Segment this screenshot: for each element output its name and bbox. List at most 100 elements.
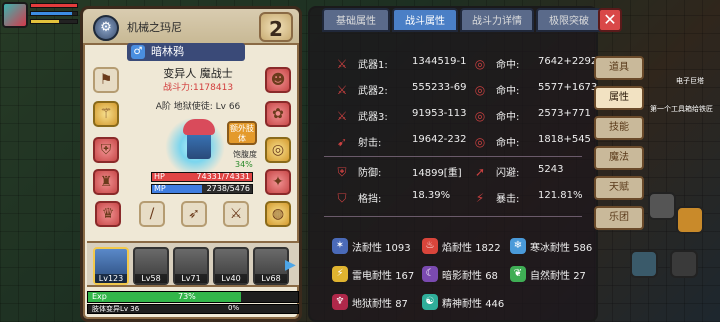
staff-icon: ⚚ [99,106,113,122]
equip-slot-accessory[interactable]: ☻ [265,67,291,93]
menu-band[interactable]: 乐团 [594,206,644,230]
equip-slot-legs[interactable]: ♜ [93,169,119,195]
combat-stat-row: ⚔ 武器3: 91953-113 ◎ 命中: 2573+771 [310,108,600,128]
character-level: A阶 地狱使徒: Lv 66 [155,102,241,112]
sword-icon: ⚔ [336,83,348,97]
menu-attributes[interactable]: 属性 [594,86,644,110]
stat-value: 91953-113 [412,108,467,119]
limb-mutation-label: 肢体变异Lv 36 [92,305,140,313]
equip-slot-armor[interactable]: ⛨ [93,137,119,163]
block-label: 格挡: [358,194,382,205]
hit-value: 7642+2292 [538,56,598,67]
menu-magic[interactable]: 魔法 [594,146,644,170]
character-power: 战斗力:1178413 [162,83,234,93]
male-icon: ♂ [131,45,145,59]
legs-icon: ♜ [99,174,113,190]
hourglass-icon[interactable] [648,192,676,220]
equip-slot-charm[interactable]: ✦ [265,169,291,195]
spear-icon: ➶ [188,206,200,222]
tab-power-detail[interactable]: 战斗力详情 [460,8,534,32]
player-hud[interactable] [0,0,82,40]
equip-slot-head[interactable]: ⚑ [93,67,119,93]
tab-basic[interactable]: 基础属性 [322,8,390,32]
dodge-value: 5243 [538,164,564,175]
team-member[interactable]: Lv58 [133,247,169,285]
mask-icon: ☻ [270,72,286,88]
equip-slot-cape[interactable]: ✿ [265,101,291,127]
limb-mutation-value: 0% [228,304,240,312]
team-member-level: Lv68 [255,274,287,283]
map-label-hint: 第一个工具箱给铁匠 [650,105,713,113]
chevron-right-icon[interactable]: ▶ [285,257,297,273]
rank-badge: 2 [259,12,293,42]
menu-talent[interactable]: 天赋 [594,176,644,200]
equip-slot-amulet[interactable]: ◍ [265,201,291,227]
defense-value: 14899[重] [412,168,462,179]
hell-resist-icon: ♆ [332,294,348,310]
menu-items[interactable]: 道具 [594,56,644,80]
hp-bar: HP 74331/74331 [151,172,253,182]
helmet-icon: ⚑ [99,72,113,88]
equip-slot-ring[interactable]: ◎ [265,137,291,163]
target-icon: ◎ [474,135,486,149]
resist-thunder: 雷电耐性 167 [352,271,415,282]
stat-label: 武器1: [358,60,388,71]
thunder-resist-icon: ⚡ [332,266,348,282]
menu-skills[interactable]: 技能 [594,116,644,140]
tab-limit-break[interactable]: 极限突破 [536,8,602,32]
mp-label: MP [154,184,166,193]
team-member[interactable]: Lv40 [213,247,249,285]
equip-slot-weapon1[interactable]: ⚚ [93,101,119,127]
hit-label: 命中: [496,138,520,149]
resist-shadow: 暗影耐性 68 [442,271,498,282]
mp-bar: MP 2738/5476 [151,184,253,194]
combat-stat-row: ⚔ 武器1: 1344519-1 ◎ 命中: 7642+2292 [310,56,600,76]
equip-slot-weapon2[interactable]: ➶ [181,201,207,227]
divider [324,156,582,157]
amber-icon[interactable] [676,206,704,234]
team-member-level: Lv123 [95,274,127,283]
divider [324,216,582,217]
stat-label: 武器3: [358,112,388,123]
equip-slot-weapon3[interactable]: ⚔ [223,201,249,227]
bow-icon[interactable] [670,250,698,278]
ring-icon: ◎ [271,142,285,158]
hero-hair [183,119,215,135]
amulet-icon: ◍ [271,206,285,222]
resist-nature: 自然耐性 27 [530,271,586,282]
equip-slot-boots[interactable]: ♛ [95,201,121,227]
exp-bar: Exp 73% [87,291,299,303]
team-member[interactable]: Lv123 [93,247,129,285]
tab-combat[interactable]: 战斗属性 [392,8,458,32]
weapon-icon[interactable] [630,250,658,278]
character-panel: ⚙ 机械之玛尼 2 ♂ 暗林鸦 变异人 魔战士 战斗力:1178413 A阶 地… [80,6,302,322]
resist-spirit: 精神耐性 446 [442,299,505,310]
exp-label: Exp [92,292,107,301]
crit-value: 121.81% [538,190,583,201]
team-member[interactable]: Lv68 [253,247,289,285]
extra-limb-button[interactable]: 额外肢体 [227,121,257,145]
satiety-label: 饱腹度 [233,150,257,159]
defense-row: ⛨ 防御: 14899[重] ➚ 闪避: 5243 [310,164,600,184]
character-title: 机械之玛尼 [127,21,182,34]
equip-slot-shoot[interactable]: / [139,201,165,227]
armor-icon: ⛨ [100,142,112,158]
target-icon: ◎ [474,83,486,97]
block-value: 18.39% [412,190,451,201]
hit-value: 5577+1673 [538,82,598,93]
resist-ice: 寒冰耐性 586 [530,243,593,254]
hud-avatar[interactable] [2,2,28,28]
crit-label: 暴击: [496,194,520,205]
close-button[interactable]: ✕ [598,8,622,32]
charm-icon: ✦ [272,174,284,190]
limb-mutation-bar: 肢体变异Lv 36 0% [87,304,299,314]
crossbow-icon: ⚔ [229,206,243,222]
target-icon: ◎ [474,109,486,123]
team-member-level: Lv71 [175,274,207,283]
stat-label: 射击: [358,138,382,149]
team-member[interactable]: Lv71 [173,247,209,285]
satiety-value: 34% [235,160,253,169]
character-header: ⚙ 机械之玛尼 2 [83,9,299,45]
hit-value: 1818+545 [538,134,591,145]
team-member-level: Lv58 [135,274,167,283]
